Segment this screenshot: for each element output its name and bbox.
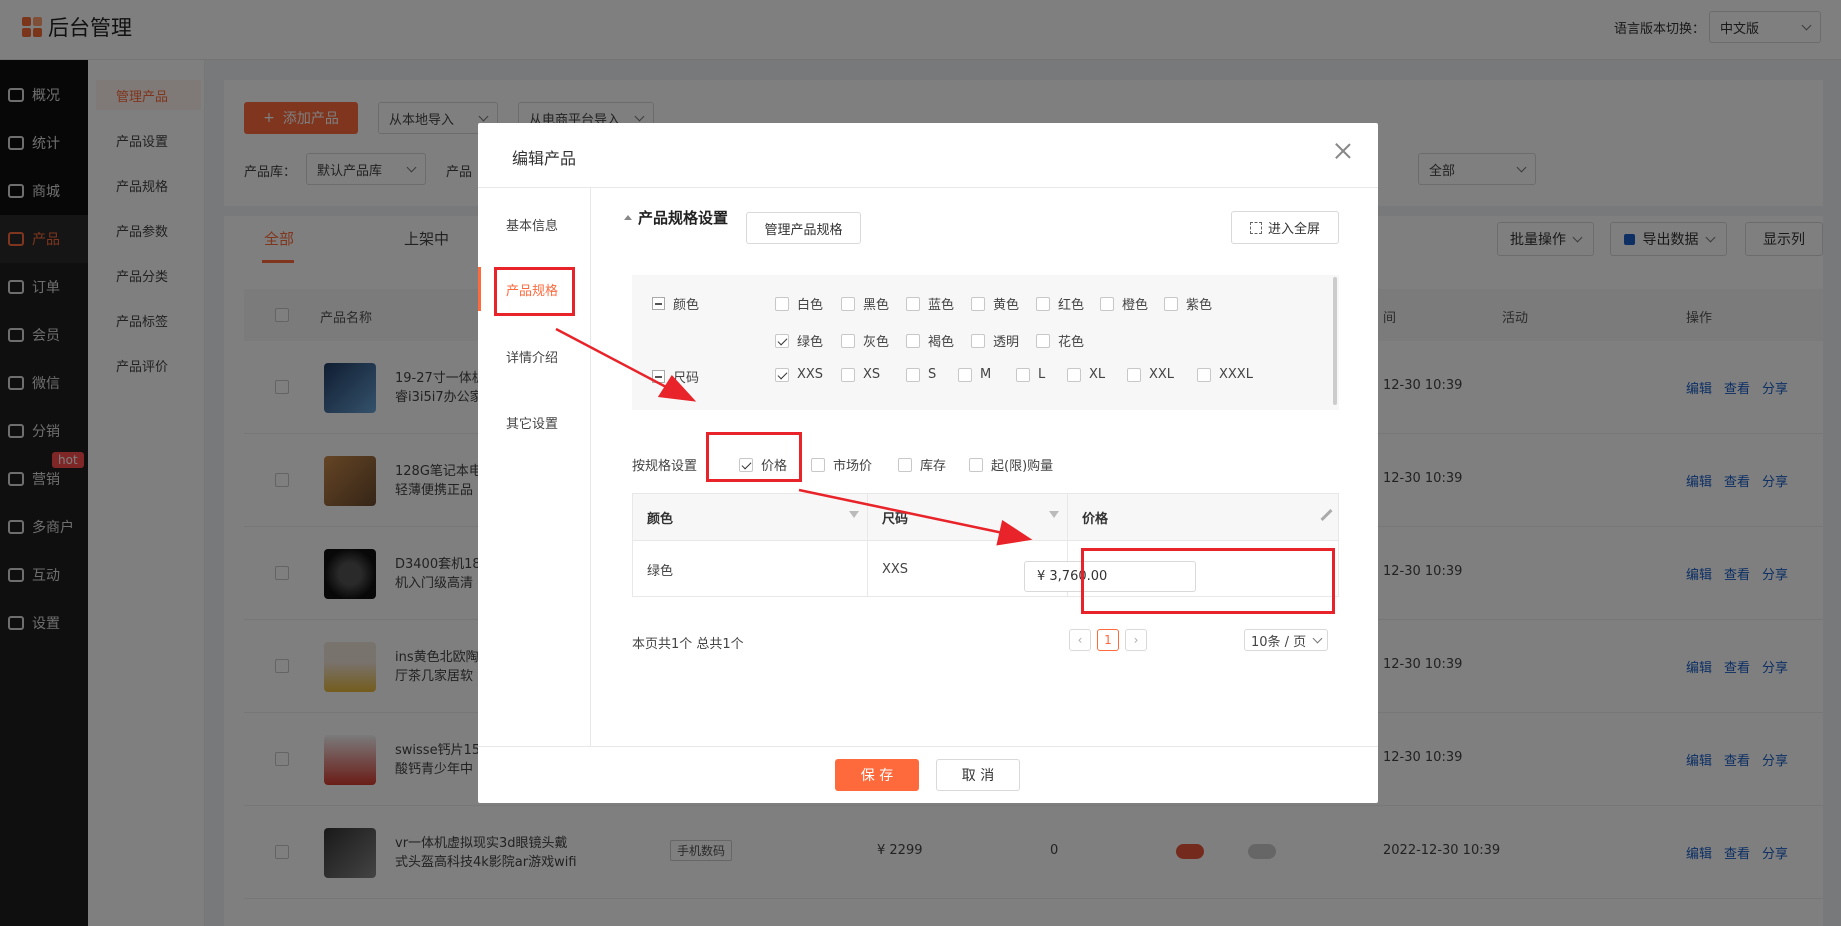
edit-icon[interactable] (1320, 508, 1333, 522)
checkbox[interactable] (906, 296, 920, 311)
option-orange[interactable]: 橙色 (1100, 294, 1148, 313)
edit-product-modal: 编辑产品 基本信息 产品规格 详情介绍 其它设置 产品规格设置 管理产品规格 进… (478, 123, 1378, 803)
option-blue[interactable]: 蓝色 (906, 294, 954, 313)
checkbox[interactable] (775, 296, 789, 311)
checkbox[interactable] (841, 367, 855, 382)
checkbox[interactable] (775, 333, 789, 348)
page-size-select[interactable]: 10条 / 页 (1244, 629, 1328, 651)
modal-title: 编辑产品 (512, 149, 577, 168)
spec-group-size: 尺码 (652, 367, 699, 386)
option-red[interactable]: 红色 (1036, 294, 1084, 313)
prev-page-button[interactable]: ‹ (1069, 629, 1091, 651)
checkbox[interactable] (958, 367, 972, 382)
option-white[interactable]: 白色 (775, 294, 823, 313)
checkbox[interactable] (1036, 333, 1050, 348)
divider (478, 187, 1378, 188)
checkbox[interactable] (841, 333, 855, 348)
expand-icon (1249, 221, 1262, 234)
option-gray[interactable]: 灰色 (841, 331, 889, 350)
option-black[interactable]: 黑色 (841, 294, 889, 313)
manage-specs-button[interactable]: 管理产品规格 (746, 212, 861, 244)
collapse-icon[interactable] (624, 215, 632, 220)
col-color: 颜色 (633, 494, 868, 540)
option-xxs[interactable]: XXS (775, 367, 823, 382)
page-button-current[interactable]: 1 (1097, 629, 1119, 651)
modal-tab-details[interactable]: 详情介绍 (478, 334, 590, 378)
option-floral[interactable]: 花色 (1036, 331, 1084, 350)
option-green[interactable]: 绿色 (775, 331, 823, 350)
annotation-box-price-input (1081, 548, 1335, 614)
by-spec-label: 按规格设置 (632, 459, 698, 474)
checkbox[interactable] (775, 367, 789, 382)
option-brown[interactable]: 褐色 (906, 331, 954, 350)
checkbox[interactable] (906, 333, 920, 348)
checkbox[interactable] (1197, 367, 1211, 382)
checkbox[interactable] (811, 457, 825, 472)
annotation-box-price-checkbox (706, 432, 802, 482)
chevron-down-icon (1312, 633, 1323, 643)
col-price: 价格 (1068, 494, 1338, 540)
col-size: 尺码 (868, 494, 1068, 540)
option-transparent[interactable]: 透明 (971, 331, 1019, 350)
spec-group-color: 颜色 (652, 294, 699, 313)
option-xl[interactable]: XL (1067, 367, 1105, 382)
close-icon[interactable] (1332, 141, 1354, 163)
filter-icon[interactable] (1049, 511, 1059, 521)
save-button[interactable]: 保 存 (835, 759, 919, 791)
filter-icon[interactable] (849, 511, 859, 521)
by-spec-min-purchase[interactable]: 起(限)购量 (969, 455, 1053, 474)
checkbox[interactable] (971, 296, 985, 311)
modal-tab-other[interactable]: 其它设置 (478, 400, 590, 444)
by-spec-market-price[interactable]: 市场价 (811, 455, 872, 474)
checkbox[interactable] (1036, 296, 1050, 311)
next-page-button[interactable]: › (1125, 629, 1147, 651)
option-s[interactable]: S (906, 367, 936, 382)
checkbox[interactable] (841, 296, 855, 311)
option-xxxl[interactable]: XXXL (1197, 367, 1253, 382)
scrollbar[interactable] (1333, 277, 1337, 405)
checkbox[interactable] (898, 457, 912, 472)
option-yellow[interactable]: 黄色 (971, 294, 1019, 313)
checkbox[interactable] (1100, 296, 1114, 311)
checkbox[interactable] (1127, 367, 1141, 382)
pagination-summary: 本页共1个 总共1个 (632, 637, 744, 652)
annotation-box-specs-tab (494, 267, 575, 316)
cell-color: 绿色 (633, 541, 868, 597)
collapse-group-icon[interactable] (652, 297, 665, 310)
divider (478, 746, 1378, 747)
checkbox[interactable] (1164, 296, 1178, 311)
by-spec-stock[interactable]: 库存 (898, 455, 946, 474)
fullscreen-button[interactable]: 进入全屏 (1231, 211, 1339, 244)
modal-tab-basic[interactable]: 基本信息 (478, 202, 590, 246)
checkbox[interactable] (1067, 367, 1081, 382)
option-xs[interactable]: XS (841, 367, 880, 382)
section-title: 产品规格设置 (624, 207, 728, 228)
checkbox[interactable] (971, 333, 985, 348)
collapse-group-icon[interactable] (652, 370, 665, 383)
checkbox[interactable] (1016, 367, 1030, 382)
cancel-button[interactable]: 取 消 (936, 759, 1020, 791)
option-m[interactable]: M (958, 367, 991, 382)
checkbox[interactable] (969, 457, 983, 472)
checkbox[interactable] (906, 367, 920, 382)
option-l[interactable]: L (1016, 367, 1045, 382)
option-xxl[interactable]: XXL (1127, 367, 1174, 382)
option-purple[interactable]: 紫色 (1164, 294, 1212, 313)
